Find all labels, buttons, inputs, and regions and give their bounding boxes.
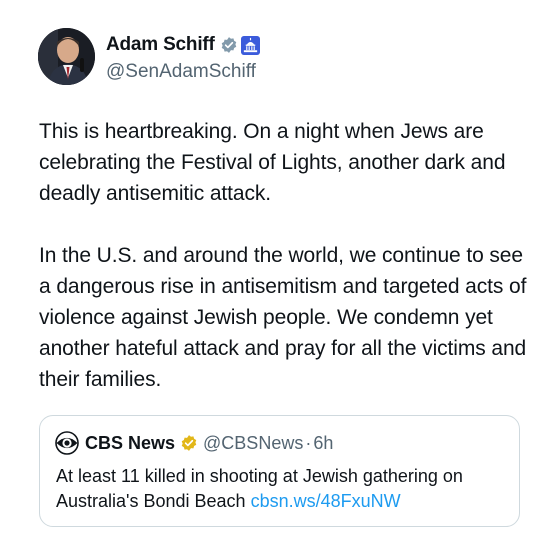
quoted-tweet-card[interactable]: CBS News @CBSNews · 6h At least 11 kille… — [39, 415, 520, 527]
tweet-text: This is heartbreaking. On a night when J… — [39, 116, 539, 395]
capitol-icon — [240, 35, 260, 55]
avatar[interactable] — [38, 28, 95, 85]
cbs-eye-logo-icon — [55, 431, 79, 455]
tweet-paragraph: In the U.S. and around the world, we con… — [39, 244, 527, 391]
quoted-link[interactable]: cbsn.ws/48FxuNW — [251, 491, 401, 511]
name-row: Adam Schiff — [106, 33, 260, 57]
quoted-separator: · — [305, 432, 312, 453]
author-names: Adam Schiff @SenAdamSchiff — [106, 33, 260, 83]
quoted-timestamp[interactable]: 6h — [313, 433, 333, 454]
author-display-name[interactable]: Adam Schiff — [106, 34, 215, 56]
tweet-header: Adam Schiff @SenAdamSchiff — [38, 28, 260, 85]
quoted-display-name[interactable]: CBS News — [85, 433, 175, 454]
author-handle[interactable]: @SenAdamSchiff — [106, 61, 260, 83]
quoted-tweet-header: CBS News @CBSNews · 6h — [55, 430, 333, 456]
quoted-tweet-text: At least 11 killed in shooting at Jewish… — [56, 464, 516, 514]
quoted-handle[interactable]: @CBSNews — [203, 433, 303, 454]
gold-verified-badge-icon — [180, 434, 198, 452]
tweet-paragraph: This is heartbreaking. On a night when J… — [39, 120, 506, 205]
verified-badge-icon — [220, 36, 238, 54]
tweet-card: Adam Schiff @SenAdamSchiff This is heart… — [0, 0, 560, 560]
